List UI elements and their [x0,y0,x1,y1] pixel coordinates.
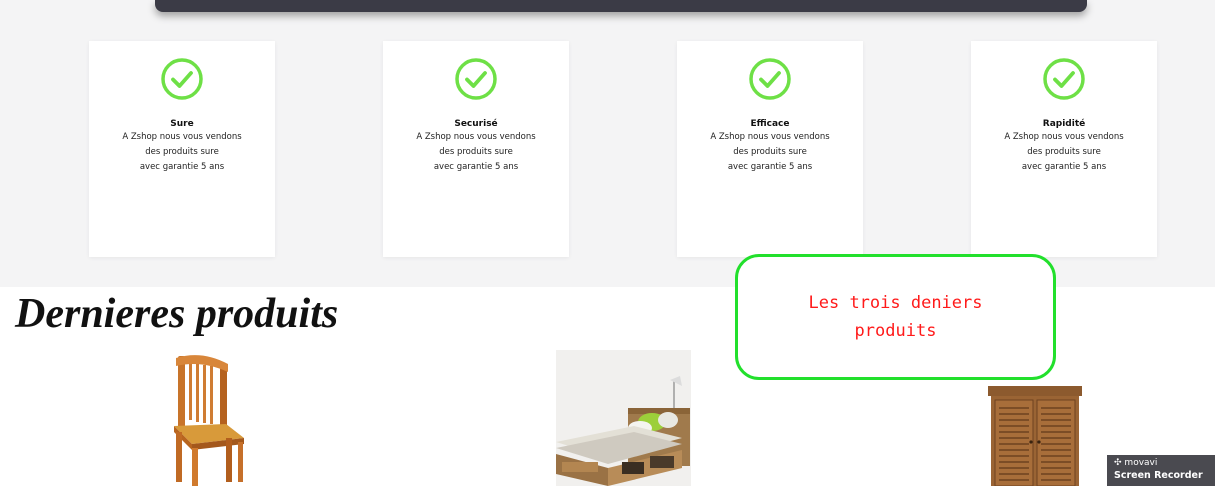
feature-desc-line: A Zshop nous vous vendons [1004,132,1124,142]
check-circle-icon [455,58,497,100]
feature-desc-line: avec garantie 5 ans [139,162,225,172]
latest-products-title: Dernieres produits [15,291,339,337]
annotation-line: produits [854,321,937,341]
feature-description: A Zshop nous vous vendons des produits s… [677,130,863,175]
chair-image[interactable] [168,352,248,486]
check-circle-icon [749,58,791,100]
feature-title: Securisé [454,119,498,129]
feature-desc-line: avec garantie 5 ans [433,162,519,172]
feature-desc-line: avec garantie 5 ans [1021,162,1107,172]
feature-description: A Zshop nous vous vendons des produits s… [383,130,569,175]
recorder-watermark: ✣ movavi Screen Recorder [1107,455,1215,486]
check-circle-icon [161,58,203,100]
feature-title: Rapidité [1042,119,1086,129]
header-bar-edge [155,0,1087,12]
annotation-text: Les trois deniers produits [809,289,983,345]
movavi-logo-icon: ✣ [1114,458,1122,468]
feature-desc-line: A Zshop nous vous vendons [710,132,830,142]
feature-title: Efficace [750,119,790,129]
feature-desc-line: A Zshop nous vous vendons [122,132,242,142]
feature-desc-line: des produits sure [439,147,513,157]
check-circle-icon [1043,58,1085,100]
annotation-callout: Les trois deniers produits [735,254,1056,380]
watermark-brand: ✣ movavi [1114,458,1215,469]
feature-title: Sure [170,119,194,129]
feature-card-securise: Securisé A Zshop nous vous vendons des p… [383,41,569,257]
watermark-subtitle: Screen Recorder [1114,470,1203,481]
feature-desc-line: des produits sure [145,147,219,157]
cabinet-image[interactable] [988,386,1084,486]
features-section: Sure A Zshop nous vous vendons des produ… [0,0,1215,287]
annotation-line: Les trois deniers [808,293,983,313]
feature-card-rapidite: Rapidité A Zshop nous vous vendons des p… [971,41,1157,257]
feature-desc-line: A Zshop nous vous vendons [416,132,536,142]
feature-card-efficace: Efficace A Zshop nous vous vendons des p… [677,41,863,257]
bed-image[interactable] [556,350,691,486]
feature-description: A Zshop nous vous vendons des produits s… [971,130,1157,175]
feature-desc-line: des produits sure [733,147,807,157]
feature-description: A Zshop nous vous vendons des produits s… [89,130,275,175]
feature-card-sure: Sure A Zshop nous vous vendons des produ… [89,41,275,257]
watermark-brand-text: movavi [1124,458,1158,468]
page: Sure A Zshop nous vous vendons des produ… [0,0,1215,486]
feature-desc-line: avec garantie 5 ans [727,162,813,172]
feature-desc-line: des produits sure [1027,147,1101,157]
